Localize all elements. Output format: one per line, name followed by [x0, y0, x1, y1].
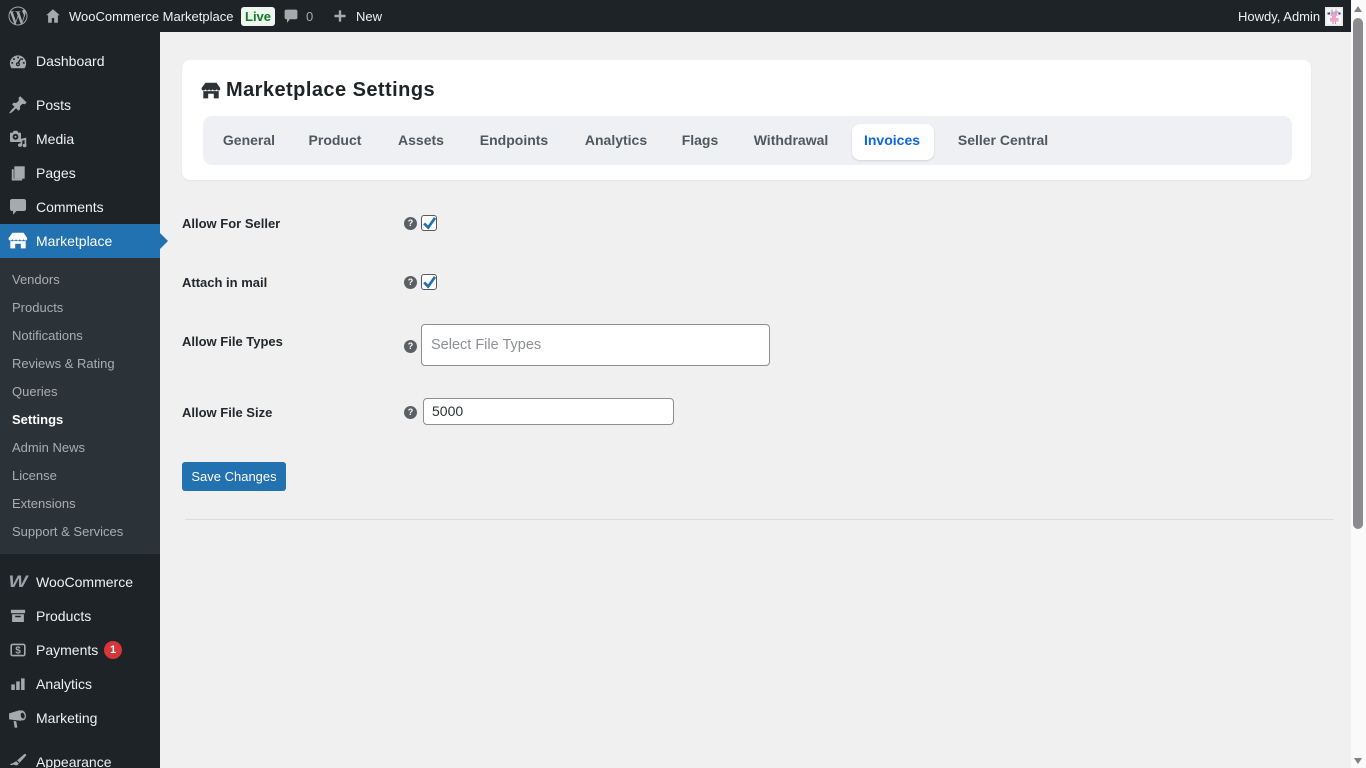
svg-text:$: $: [15, 646, 21, 657]
